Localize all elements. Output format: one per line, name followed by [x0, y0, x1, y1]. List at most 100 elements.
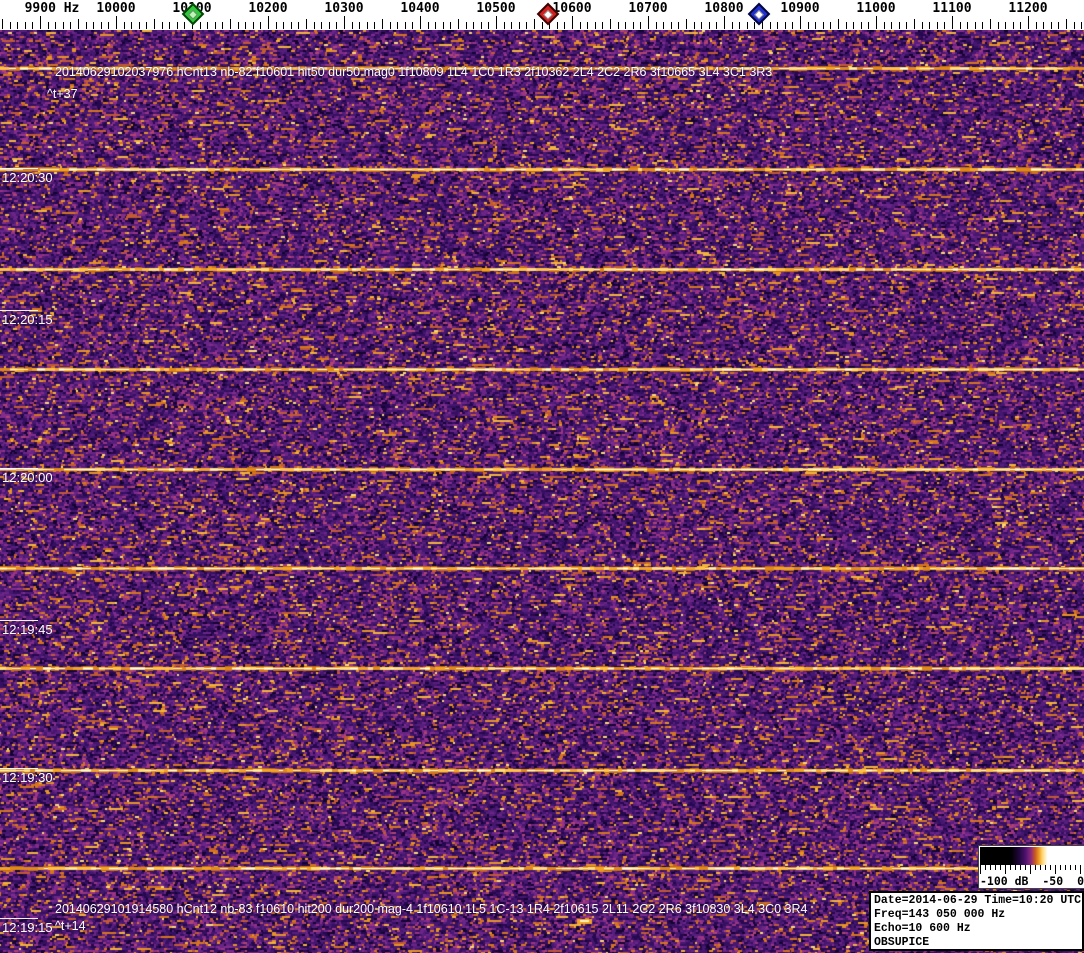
- freq-tick: [587, 22, 588, 29]
- freq-tick: [70, 22, 71, 29]
- detection-time-offset-top: ^t+37: [47, 87, 78, 101]
- freq-tick: [435, 22, 436, 29]
- freq-tick: [306, 19, 307, 29]
- freq-tick: [830, 22, 831, 29]
- freq-tick: [1005, 22, 1006, 29]
- freq-tick: [230, 19, 231, 29]
- colorbar-label-mid: -50: [1042, 874, 1064, 888]
- info-station: OBSUPICE: [874, 936, 930, 949]
- colorbar-label-min: -100 dB: [980, 874, 1029, 888]
- detection-annotation-top: 20140629102037976 hCnt13 nb-82 f10601 hi…: [55, 65, 773, 79]
- freq-axis-label: 10000: [96, 1, 136, 16]
- freq-tick: [724, 16, 725, 29]
- freq-tick: [162, 22, 163, 29]
- time-tick: [0, 468, 38, 469]
- freq-tick: [739, 22, 740, 29]
- detection-annotation-bottom: 20140629101914580 hCnt12 nb-83 f10610 hi…: [55, 902, 808, 916]
- info-frequency: Freq=143 050 000 Hz: [874, 908, 1006, 921]
- time-tick: [0, 620, 38, 621]
- freq-tick: [701, 22, 702, 29]
- freq-tick: [975, 22, 976, 29]
- freq-tick: [32, 22, 33, 29]
- freq-tick: [473, 22, 474, 29]
- freq-tick: [40, 16, 41, 29]
- freq-tick: [557, 22, 558, 29]
- time-label: 12:19:30: [2, 770, 53, 785]
- info-date-time: Date=2014-06-29 Time=10:20 UTC: [874, 894, 1082, 907]
- freq-tick: [625, 22, 626, 29]
- freq-tick: [25, 22, 26, 29]
- freq-tick: [671, 22, 672, 29]
- freq-tick: [184, 22, 185, 29]
- freq-tick: [17, 22, 18, 29]
- freq-tick: [260, 22, 261, 29]
- time-tick: [0, 768, 38, 769]
- freq-tick: [610, 19, 611, 29]
- freq-tick: [800, 16, 801, 29]
- freq-axis-label: 11000: [856, 1, 896, 16]
- freq-tick: [245, 22, 246, 29]
- spectrogram-canvas[interactable]: [0, 30, 1084, 953]
- freq-tick: [131, 22, 132, 29]
- freq-tick: [876, 16, 877, 29]
- freq-tick: [929, 22, 930, 29]
- frequency-axis: 9900 Hz100001010010200103001040010500106…: [0, 0, 1084, 30]
- freq-tick: [458, 19, 459, 29]
- freq-tick: [359, 22, 360, 29]
- freq-tick: [298, 22, 299, 29]
- freq-tick: [329, 22, 330, 29]
- freq-tick: [891, 22, 892, 29]
- freq-tick: [998, 22, 999, 29]
- time-tick: [0, 168, 38, 169]
- freq-tick: [580, 22, 581, 29]
- marker-diamond-blue[interactable]: [747, 2, 771, 26]
- freq-tick: [906, 22, 907, 29]
- freq-tick: [200, 22, 201, 29]
- freq-tick: [93, 22, 94, 29]
- freq-tick: [222, 22, 223, 29]
- freq-tick: [595, 22, 596, 29]
- freq-tick: [686, 19, 687, 29]
- freq-axis-label: 11100: [932, 1, 972, 16]
- time-tick: [0, 918, 38, 919]
- time-label: 12:20:30: [2, 170, 53, 185]
- freq-tick: [1066, 19, 1067, 29]
- freq-tick: [648, 16, 649, 29]
- time-label: 12:20:00: [2, 470, 53, 485]
- freq-tick: [215, 22, 216, 29]
- freq-axis-label: 10500: [476, 1, 516, 16]
- freq-tick: [397, 22, 398, 29]
- freq-tick: [86, 22, 87, 29]
- info-echo: Echo=10 600 Hz: [874, 922, 971, 935]
- freq-tick: [990, 19, 991, 29]
- freq-tick: [139, 22, 140, 29]
- freq-tick: [314, 22, 315, 29]
- freq-tick: [488, 22, 489, 29]
- freq-axis-label: 10200: [248, 1, 288, 16]
- freq-tick: [1013, 22, 1014, 29]
- freq-tick: [48, 22, 49, 29]
- freq-axis-label: 10300: [324, 1, 364, 16]
- freq-tick: [1036, 22, 1037, 29]
- freq-tick: [390, 22, 391, 29]
- freq-tick: [116, 16, 117, 29]
- freq-tick: [960, 22, 961, 29]
- freq-tick: [450, 22, 451, 29]
- freq-tick: [496, 16, 497, 29]
- freq-tick: [534, 19, 535, 29]
- freq-tick: [1043, 22, 1044, 29]
- freq-tick: [276, 22, 277, 29]
- freq-axis-label: 11200: [1008, 1, 1048, 16]
- freq-tick: [336, 22, 337, 29]
- time-label: 12:20:15: [2, 312, 53, 327]
- freq-tick: [846, 22, 847, 29]
- freq-tick: [732, 22, 733, 29]
- freq-tick: [967, 22, 968, 29]
- freq-tick: [792, 22, 793, 29]
- freq-tick: [428, 22, 429, 29]
- freq-tick: [914, 19, 915, 29]
- freq-axis-label: 10400: [400, 1, 440, 16]
- marker-diamond-green-center-dot: [188, 9, 198, 20]
- freq-tick: [922, 22, 923, 29]
- freq-tick: [656, 22, 657, 29]
